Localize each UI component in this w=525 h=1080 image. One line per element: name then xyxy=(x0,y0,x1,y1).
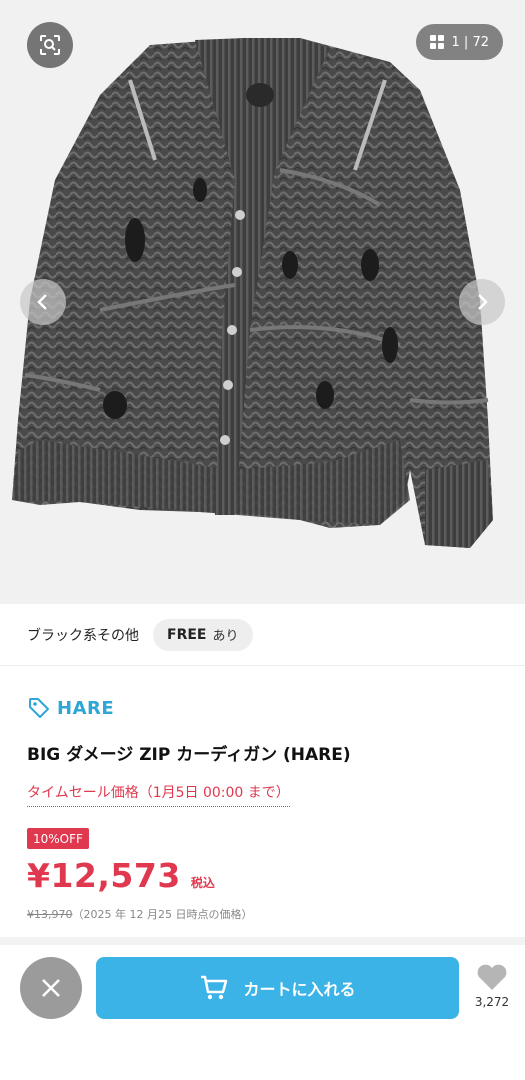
product-image-gallery[interactable]: 1 | 72 xyxy=(0,0,525,604)
variant-row: ブラック系その他 FREE あり xyxy=(0,604,525,666)
zoom-button[interactable] xyxy=(27,22,73,68)
next-image-button[interactable] xyxy=(459,279,505,325)
section-divider xyxy=(0,937,525,945)
add-to-cart-label: カートに入れる xyxy=(243,980,356,999)
size-chip[interactable]: FREE あり xyxy=(153,618,253,651)
cart-icon xyxy=(201,975,228,1000)
price-row: ¥12,573 税込 xyxy=(27,856,215,895)
stock-status: あり xyxy=(212,629,239,644)
favorite-button[interactable]: 3,272 xyxy=(469,963,515,1009)
previous-price-row: ¥13,970（2025 年 12 月25 日時点の価格） xyxy=(27,906,252,922)
bottom-action-bar: カートに入れる 3,272 xyxy=(0,945,525,1080)
brand-name: HARE xyxy=(57,697,115,719)
sale-price: ¥12,573 xyxy=(27,856,181,895)
color-label: ブラック系その他 xyxy=(27,627,139,644)
product-title: BIG ダメージ ZIP カーディガン (HARE) xyxy=(27,745,351,765)
close-button[interactable] xyxy=(20,957,82,1019)
zoom-search-icon xyxy=(40,35,60,55)
favorite-count: 3,272 xyxy=(474,995,510,1009)
tax-label: 税込 xyxy=(190,876,215,890)
previous-image-button[interactable] xyxy=(20,279,66,325)
close-icon xyxy=(42,979,60,997)
discount-badge: 10%OFF xyxy=(27,828,89,849)
chevron-right-icon xyxy=(478,294,488,310)
size-label: FREE xyxy=(167,626,207,643)
brand-link[interactable]: HARE xyxy=(27,696,114,720)
time-sale-label[interactable]: タイムセール価格（1月5日 00:00 まで） xyxy=(27,782,290,807)
image-counter[interactable]: 1 | 72 xyxy=(415,24,503,60)
old-price: ¥13,970 xyxy=(27,908,73,921)
tag-icon xyxy=(29,698,49,718)
add-to-cart-button[interactable]: カートに入れる xyxy=(96,957,459,1019)
product-image[interactable] xyxy=(0,0,525,604)
grid-icon xyxy=(429,35,444,49)
old-price-note: （2025 年 12 月25 日時点の価格） xyxy=(72,908,253,921)
chevron-left-icon xyxy=(37,294,47,310)
image-counter-text: 1 | 72 xyxy=(451,34,489,50)
heart-icon xyxy=(477,964,507,990)
